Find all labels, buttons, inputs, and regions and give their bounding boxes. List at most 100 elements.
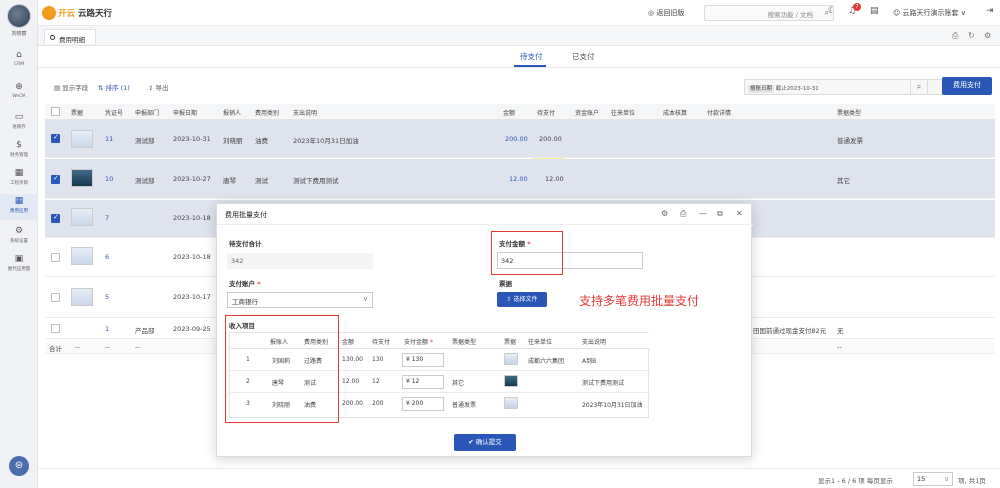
- gear-icon[interactable]: ⚙: [984, 31, 991, 40]
- receipt-thumbnail[interactable]: [71, 208, 93, 226]
- highlight-box-items: [225, 315, 339, 423]
- col-person[interactable]: 报销人: [223, 108, 241, 117]
- table-header: 票据 凭证号 申报部门 申报日期 报销人 费用类别 支出说明 金额 待支付 资金…: [45, 104, 995, 120]
- notification-badge: 7: [853, 3, 861, 11]
- left-sidebar: 刘晓丽 ⌂ CRM ⊕ WeOA ▭ 进销存 $ 财务管理 ▦ 工程项目 ▦ 费…: [0, 0, 38, 488]
- receipt-thumbnail[interactable]: [71, 288, 93, 306]
- tab-expense-detail[interactable]: 费用明细: [44, 29, 96, 44]
- sidebar-item-expense[interactable]: ▦ 费用应用: [0, 194, 38, 220]
- project-icon: ▦: [14, 168, 24, 178]
- col-invoice-type[interactable]: 票据类型: [837, 108, 861, 117]
- sidebar-item-apps[interactable]: ▣ 图代应用量: [0, 252, 38, 278]
- sidebar-item-settings[interactable]: ⚙ 系统设置: [0, 224, 38, 250]
- top-header: 开云 云路天行 ◎ 返回旧版 搜索功能 / 文档 ⌕ ☾ ♫ 7 ▤ ☺ 云路天…: [38, 0, 1000, 26]
- sidebar-item-finance[interactable]: $ 财务管理: [0, 138, 38, 164]
- row-checkbox[interactable]: [51, 253, 60, 262]
- weoa-icon: ⊕: [15, 82, 23, 92]
- page-size-select[interactable]: 15 ∨: [913, 472, 953, 486]
- col-pending[interactable]: 待支付: [537, 108, 555, 117]
- refresh-icon[interactable]: ↻: [968, 31, 975, 40]
- dialog-header-divider: [217, 224, 753, 225]
- sidebar-username: 刘晓丽: [11, 31, 27, 37]
- gear-icon[interactable]: ⚙: [661, 209, 668, 218]
- minimize-icon[interactable]: —: [699, 209, 707, 218]
- show-fields-button[interactable]: ▤ 显示字段: [54, 82, 88, 92]
- app-icon: ▣: [14, 254, 24, 264]
- crm-icon: ⌂: [16, 50, 22, 60]
- settings-icon: ⚙: [14, 226, 24, 236]
- inventory-icon: ▭: [14, 112, 24, 122]
- chevron-down-icon: ∨: [362, 295, 368, 303]
- assistant-icon[interactable]: ⊜: [9, 456, 29, 476]
- col-pay-detail[interactable]: 付款详情: [707, 108, 731, 117]
- brand-logo: [42, 6, 56, 20]
- table-row[interactable]: 11 测试部 2023-10-31 刘晓丽 油费 2023年10月31日加油 2…: [45, 120, 995, 158]
- tab-dot-icon: [50, 35, 55, 40]
- pay-account-select[interactable]: 工商银行 ∨: [227, 292, 373, 308]
- page-tab-strip: 费用明细 ⎙ ↻ ⚙: [38, 26, 1000, 46]
- total-pending-value: 342: [227, 253, 373, 269]
- maximize-icon[interactable]: ⧉: [717, 209, 723, 219]
- expense-pay-button[interactable]: 费用支付: [942, 77, 992, 95]
- col-receipt[interactable]: 票据: [71, 108, 83, 117]
- batch-payment-dialog: 费用批量支付 ⚙ ⎙ — ⧉ ✕ 待支付合计 342 支付金额 * 342 支付…: [216, 203, 753, 457]
- calendar-icon[interactable]: ▤: [870, 6, 879, 16]
- pagination-footer: 显示1 - 6 / 6 项 每页显示 15 ∨ 项, 共1页: [38, 468, 1000, 488]
- dialog-title: 费用批量支付: [225, 211, 267, 219]
- choose-file-button[interactable]: ⇧ 选择文件: [497, 292, 547, 307]
- item-pay-amount-input[interactable]: ¥ 200: [402, 397, 444, 411]
- col-amount[interactable]: 金额: [503, 108, 515, 117]
- tab-paid[interactable]: 已支付: [572, 51, 595, 62]
- batch-payment-callout: 支持多笔费用批量支付: [579, 294, 700, 308]
- col-partner[interactable]: 往来单位: [611, 108, 635, 117]
- theme-icon[interactable]: ☾: [828, 6, 836, 16]
- row-checkbox[interactable]: [51, 174, 60, 184]
- receipt-thumbnail[interactable]: [71, 247, 93, 265]
- col-description[interactable]: 支出说明: [293, 108, 317, 117]
- back-to-old-version-link[interactable]: ◎ 返回旧版: [648, 8, 684, 18]
- expense-icon: ▦: [14, 196, 24, 206]
- row-checkbox[interactable]: [51, 213, 60, 223]
- global-search-input[interactable]: 搜索功能 / 文档 ⌕: [704, 5, 834, 21]
- row-checkbox[interactable]: [51, 293, 60, 302]
- receipt-thumbnail[interactable]: [71, 169, 93, 187]
- item-receipt-thumbnail[interactable]: [504, 397, 518, 409]
- col-account[interactable]: 资金账户: [575, 108, 599, 117]
- active-tab-indicator: [514, 65, 546, 67]
- col-date[interactable]: 申报日期: [173, 108, 197, 117]
- select-all-checkbox[interactable]: [51, 107, 60, 116]
- item-pay-amount-input[interactable]: ¥ 130: [402, 353, 444, 367]
- close-icon[interactable]: ✕: [736, 209, 743, 218]
- sidebar-item-crm[interactable]: ⌂ CRM: [0, 48, 38, 74]
- table-row[interactable]: 10 测试部 2023-10-27 唐琴 测试 测试下费用测试 12.00 12…: [45, 159, 995, 199]
- sidebar-item-weoa[interactable]: ⊕ WeOA: [0, 80, 38, 106]
- table-toolbar: ▤ 显示字段 ⇅ 排序 (1) ⇪ 导出 报账日期 截止2023-10-31 ⌕…: [38, 76, 1000, 98]
- avatar[interactable]: [7, 4, 31, 28]
- sidebar-item-project[interactable]: ▦ 工程项目: [0, 166, 38, 192]
- receipt-thumbnail[interactable]: [71, 130, 93, 148]
- tab-pending-payment[interactable]: 待支付: [520, 51, 543, 62]
- highlight-box-pay-amount: [491, 231, 563, 275]
- col-dept[interactable]: 申报部门: [135, 108, 159, 117]
- item-receipt-thumbnail[interactable]: [504, 375, 518, 387]
- sidebar-item-inventory[interactable]: ▭ 进销存: [0, 110, 38, 136]
- sort-button[interactable]: ⇅ 排序 (1): [98, 82, 130, 92]
- row-checkbox[interactable]: [51, 324, 60, 333]
- row-checkbox[interactable]: [51, 133, 60, 143]
- logout-icon[interactable]: ⇥: [986, 6, 994, 16]
- receipt-label: 票据: [499, 280, 512, 288]
- item-receipt-thumbnail[interactable]: [504, 353, 518, 365]
- finance-icon: $: [16, 140, 22, 150]
- item-pay-amount-input[interactable]: ¥ 12: [402, 375, 444, 389]
- pay-account-label: 支付账户 *: [229, 280, 261, 288]
- col-category[interactable]: 费用类别: [255, 108, 279, 117]
- print-icon[interactable]: ⎙: [952, 31, 958, 41]
- payment-status-tabs: 待支付 已支付: [38, 46, 1000, 68]
- confirm-submit-button[interactable]: ✔ 确认提交: [454, 434, 516, 451]
- col-cost[interactable]: 成本核算: [663, 108, 687, 117]
- export-button[interactable]: ⇪ 导出: [148, 82, 169, 92]
- print-icon[interactable]: ⎙: [680, 209, 686, 219]
- filter-search-icon[interactable]: ⌕: [910, 79, 928, 95]
- col-voucher[interactable]: 凭证号: [105, 108, 123, 117]
- account-menu[interactable]: ☺ 云路天行演示账套 ∨: [893, 8, 966, 18]
